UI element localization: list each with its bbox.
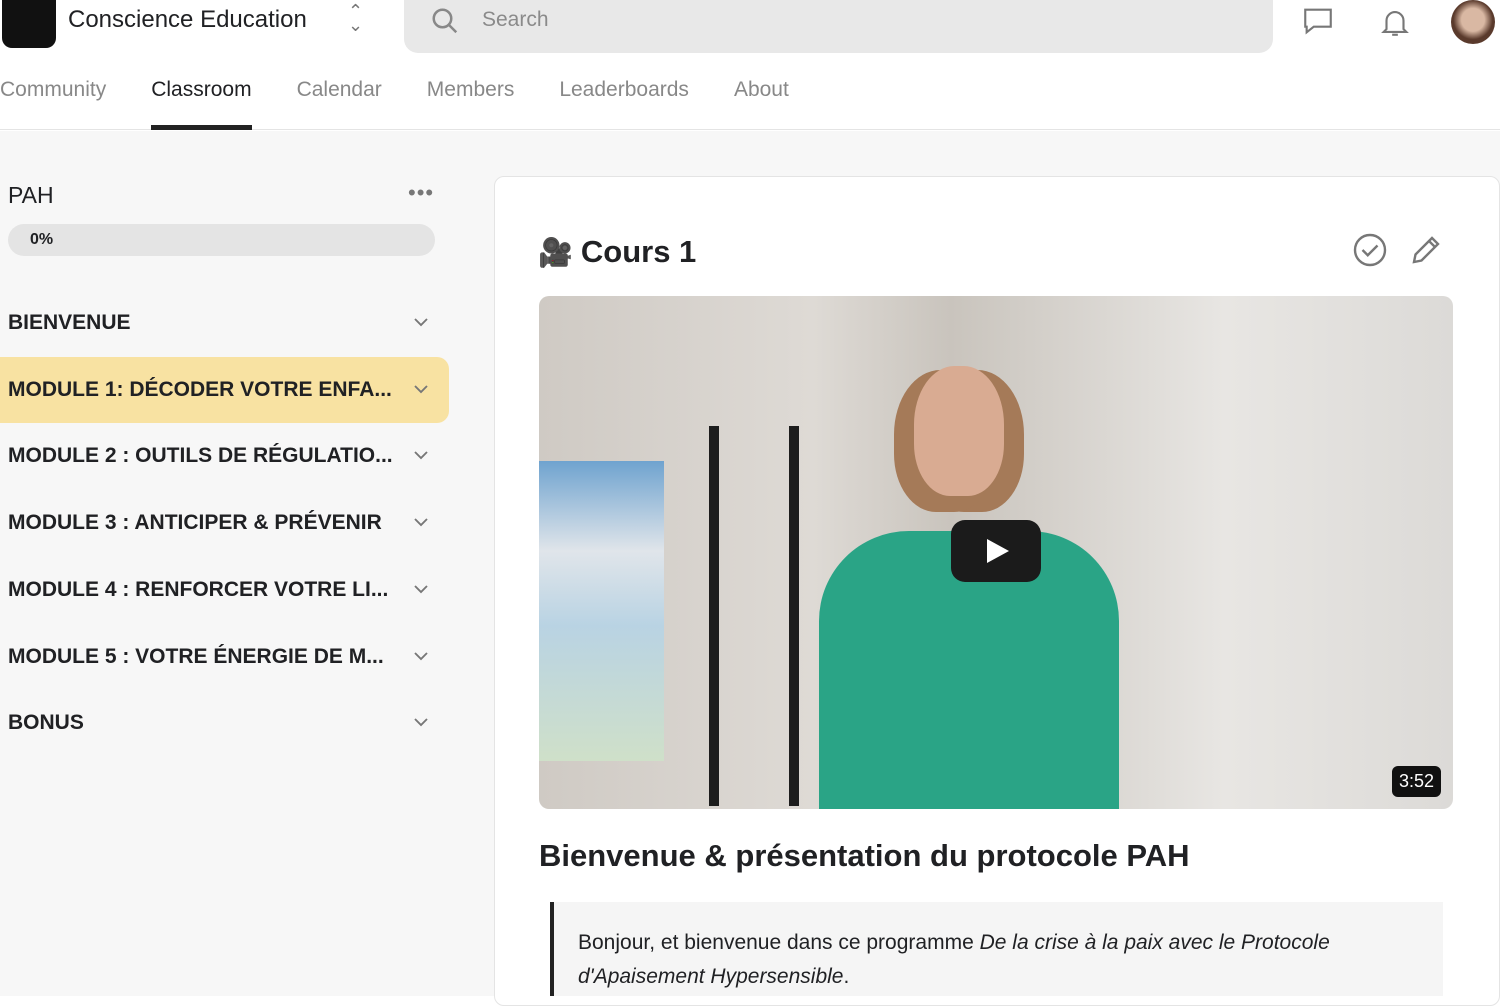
chevron-down-icon[interactable] [412,713,430,731]
tab-community[interactable]: Community [0,78,106,130]
module-label: MODULE 1: DÉCODER VOTRE ENFA... [8,377,392,401]
module-label: MODULE 5 : VOTRE ÉNERGIE DE M... [8,644,384,668]
quote-end: . [843,965,850,988]
tab-calendar[interactable]: Calendar [297,78,382,130]
tab-leaderboards[interactable]: Leaderboards [559,78,689,130]
lesson-intro-quote: Bonjour, et bienvenue dans ce programme … [550,902,1443,996]
chat-icon[interactable] [1300,4,1336,38]
lesson-title-text: Cours 1 [580,234,697,269]
module-item[interactable]: MODULE 1: DÉCODER VOTRE ENFA... [0,356,449,423]
video-thumbnail-presenter [819,366,1119,809]
progress-bar: 0% [8,224,435,256]
community-name[interactable]: Conscience Education [68,6,307,34]
tab-classroom[interactable]: Classroom [151,78,252,130]
module-label: MODULE 2 : OUTILS DE RÉGULATIO... [8,444,393,468]
top-bar: Conscience Education ⌃ ⌄ Search Community… [0,0,1500,130]
chevron-down-icon[interactable] [412,647,430,665]
progress-label: 0% [30,231,54,248]
quote-text: Bonjour, et bienvenue dans ce programme [578,931,980,954]
tab-about[interactable]: About [734,78,789,130]
edit-pencil-icon[interactable] [1408,232,1444,268]
lesson-title: 🎥 Cours 1 [538,234,696,270]
video-thumbnail-shelf [709,426,799,806]
module-label: MODULE 3 : ANTICIPER & PRÉVENIR [8,511,382,535]
module-label: BIENVENUE [8,311,131,334]
video-duration: 3:52 [1391,766,1441,797]
play-button[interactable] [951,520,1041,582]
module-label: MODULE 4 : RENFORCER VOTRE LI... [8,577,389,601]
community-logo[interactable] [2,0,56,48]
module-item[interactable]: MODULE 5 : VOTRE ÉNERGIE DE M... [0,624,449,690]
video-player[interactable]: 3:52 [539,296,1453,809]
module-item[interactable]: MODULE 4 : RENFORCER VOTRE LI... [0,557,449,623]
course-title: PAH [8,182,54,208]
chevron-down-icon[interactable] [412,380,430,398]
search-icon [432,8,458,34]
video-thumbnail-drawings [539,461,664,761]
search-input[interactable]: Search [482,8,549,32]
notification-bell-icon[interactable] [1378,4,1412,40]
mark-complete-icon[interactable] [1352,232,1388,268]
module-item[interactable]: BIENVENUE [0,290,449,356]
module-label: BONUS [8,711,84,735]
lesson-heading: Bienvenue & présentation du protocole PA… [539,838,1190,873]
search-bar[interactable]: Search [404,0,1273,53]
video-camera-icon: 🎥 [538,236,573,268]
module-item[interactable]: BONUS [0,690,449,756]
more-options-icon[interactable]: ••• [408,180,434,206]
chevron-down-icon[interactable] [412,313,430,331]
nav-tabs: Community Classroom Calendar Members Lea… [0,78,834,130]
switch-community-icon[interactable]: ⌃ ⌄ [348,2,363,34]
user-avatar[interactable] [1451,0,1495,44]
chevron-down-icon[interactable] [412,513,430,531]
module-item[interactable]: MODULE 2 : OUTILS DE RÉGULATIO... [0,423,449,489]
chevron-down-icon[interactable] [412,446,430,464]
tab-members[interactable]: Members [427,78,515,130]
module-item[interactable]: MODULE 3 : ANTICIPER & PRÉVENIR [0,490,449,556]
chevron-down-icon[interactable] [412,580,430,598]
